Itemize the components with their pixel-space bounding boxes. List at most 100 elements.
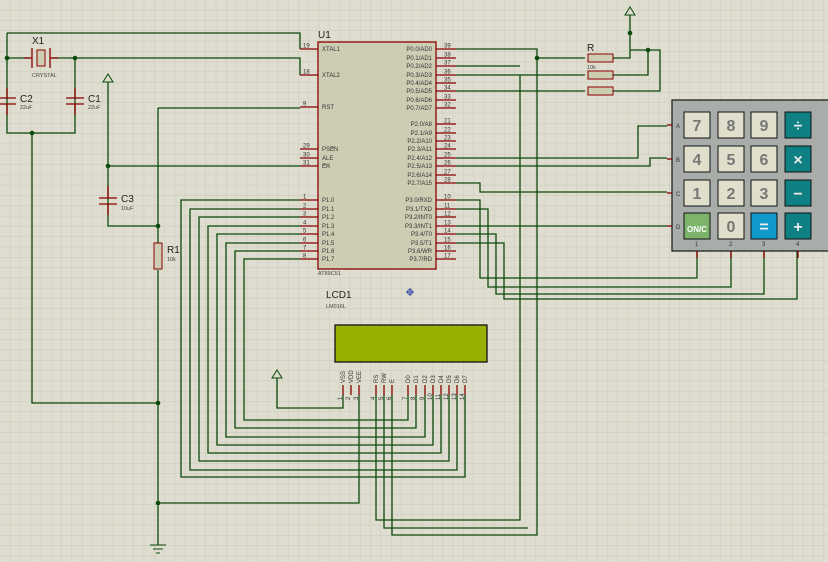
key-8[interactable]: 8 <box>717 111 745 139</box>
pin-number: 29 <box>303 144 310 150</box>
key-3[interactable]: 3 <box>750 179 778 207</box>
u1-ref: U1 <box>318 30 331 41</box>
pin-number: 23 <box>444 136 451 142</box>
schematic-canvas[interactable]: X1 CRYSTAL C2 22uF C1 22uF C3 10uF R1 10… <box>0 0 828 562</box>
pin-name: P2.7/A15 <box>407 181 432 187</box>
pin-number: 13 <box>444 221 451 227</box>
keypad-row-label: B <box>676 158 680 164</box>
c1-value: 22uF <box>88 105 101 111</box>
key-label: ON/C <box>687 225 707 234</box>
pin-name: XTAL1 <box>322 47 341 53</box>
pin-number: 24 <box>444 144 451 150</box>
pin-name: P1.4 <box>322 232 335 238</box>
key-7[interactable]: 7 <box>683 111 711 139</box>
pin-name: P3.7/RD <box>409 257 432 263</box>
lcd-pin-name: D5 <box>447 375 453 383</box>
key-label: 6 <box>760 152 769 169</box>
r-value: 10k <box>587 65 596 71</box>
pin-number: 11 <box>444 204 451 210</box>
lcd-part: LM016L <box>326 304 346 310</box>
lcd-pin-name: D2 <box>423 375 429 383</box>
keypad-row-label: A <box>676 124 680 130</box>
pin-number: 22 <box>444 128 451 134</box>
pin-name: P0.2/AD2 <box>406 64 432 70</box>
key-6[interactable]: 6 <box>750 145 778 173</box>
lcd-pin-number: 13 <box>452 393 458 400</box>
r1-ref: R1 <box>167 245 180 256</box>
key-0[interactable]: 0 <box>717 212 745 240</box>
pin-name: P0.4/AD4 <box>406 81 432 87</box>
x1-ref: X1 <box>32 36 45 47</box>
key-=[interactable]: = <box>750 212 778 240</box>
r-ref: R <box>587 43 594 54</box>
key-5[interactable]: 5 <box>717 145 745 173</box>
key-+[interactable]: + <box>784 212 812 240</box>
microcontroller-u1[interactable]: U1 AT89C51 19XTAL118XTAL29RST29PSEN30ALE… <box>300 30 456 277</box>
key-ON/C[interactable]: ON/C <box>683 212 711 240</box>
lcd-pin-name: VSS <box>341 371 347 383</box>
pin-name: P0.5/AD5 <box>406 89 432 95</box>
c3-ref: C3 <box>121 194 134 205</box>
lcd-pin-number: 14 <box>460 393 466 400</box>
pin-name: P2.6/A14 <box>407 173 432 179</box>
pin-name: P3.5/T1 <box>411 241 433 247</box>
pin-name: P2.1/A9 <box>411 131 433 137</box>
pin-number: 37 <box>444 61 451 67</box>
r1-value: 10k <box>167 257 176 263</box>
pin-number: 33 <box>444 95 451 101</box>
key-÷[interactable]: ÷ <box>784 111 812 139</box>
pin-name: P3.4/T0 <box>411 232 433 238</box>
pin-name: P2.0/A8 <box>411 122 433 128</box>
key-label: 5 <box>727 152 736 169</box>
pin-number: 39 <box>444 44 451 50</box>
lcd-pin-name: D6 <box>455 375 461 383</box>
lcd-pin-name: D1 <box>414 375 420 383</box>
pin-name: P1.6 <box>322 249 335 255</box>
key-2[interactable]: 2 <box>717 179 745 207</box>
key-label: × <box>793 152 802 169</box>
key-label: 3 <box>760 186 769 203</box>
c2-ref: C2 <box>20 94 33 105</box>
lcd-pin-name: RW <box>382 373 388 383</box>
key-−[interactable]: − <box>784 179 812 207</box>
pin-name: P1.1 <box>322 207 335 213</box>
key-label: 7 <box>693 118 702 135</box>
lcd-pin-number: 11 <box>436 393 442 400</box>
pin-number: 12 <box>444 212 451 218</box>
pin-name: ALE <box>322 156 333 162</box>
lcd-pin-name: D7 <box>463 375 469 383</box>
pin-number: 19 <box>303 44 310 50</box>
pin-number: 10 <box>444 195 451 201</box>
key-×[interactable]: × <box>784 145 812 173</box>
key-label: − <box>793 186 802 203</box>
lcd-pin-name: E <box>390 379 396 383</box>
pin-number: 27 <box>444 170 451 176</box>
c1-ref: C1 <box>88 94 101 105</box>
pin-number: 32 <box>444 103 451 109</box>
pin-number: 17 <box>444 254 451 260</box>
key-9[interactable]: 9 <box>750 111 778 139</box>
pin-name: P0.0/AD0 <box>406 47 432 53</box>
lcd-ref: LCD1 <box>326 290 352 301</box>
pin-name: P0.6/AD6 <box>406 98 432 104</box>
key-label: 0 <box>727 219 736 236</box>
pin-number: 18 <box>303 70 310 76</box>
pin-number: 30 <box>303 153 310 159</box>
x1-value: CRYSTAL <box>32 73 57 79</box>
keypad[interactable]: ABCD1 2 3 47 8 9 ÷4 5 6 ×1 2 3 −ON/C 0 = + <box>667 99 828 258</box>
key-label: = <box>759 219 768 236</box>
c3-value: 10uF <box>121 206 134 212</box>
pin-name: P3.0/RXD <box>405 198 432 204</box>
pin-name: EA <box>322 164 330 170</box>
pin-name: RST <box>322 105 334 111</box>
lcd-pin-name: D4 <box>439 375 445 383</box>
lcd-pin-name: VEE <box>357 371 363 383</box>
pin-number: 31 <box>303 161 310 167</box>
lcd-pin-name: D3 <box>431 375 437 383</box>
pin-number: 38 <box>444 53 451 59</box>
key-4[interactable]: 4 <box>683 145 711 173</box>
key-label: + <box>793 219 802 236</box>
key-1[interactable]: 1 <box>683 179 711 207</box>
lcd-pin-number: 10 <box>428 393 434 400</box>
pin-name: P3.2/INT0 <box>405 215 433 221</box>
